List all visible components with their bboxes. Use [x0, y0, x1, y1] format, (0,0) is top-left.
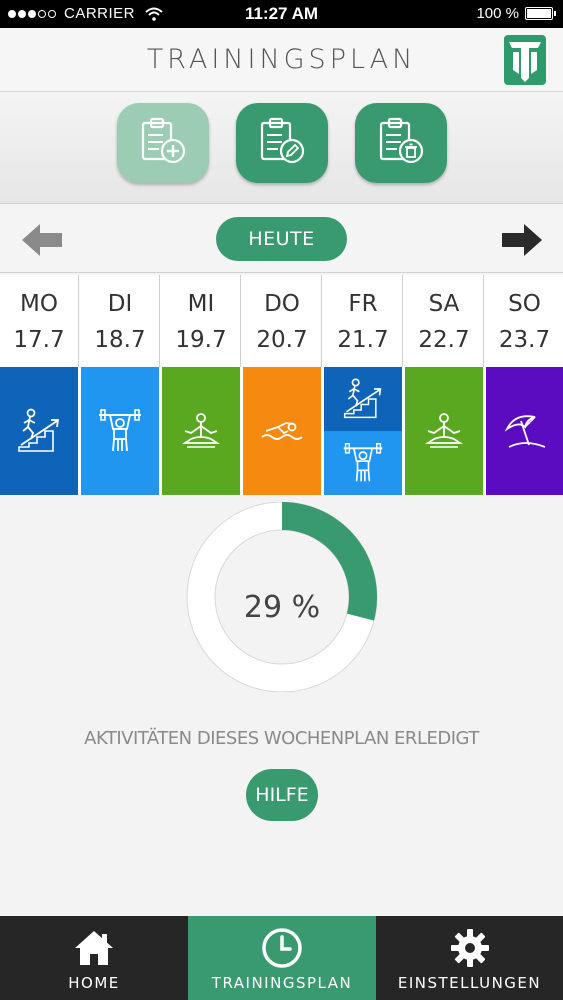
- day-header: DI 18.7: [81, 275, 160, 367]
- activity-tile[interactable]: [81, 367, 160, 495]
- swimming-icon: [261, 422, 303, 440]
- status-bar: CARRIER 11:27 AM 100 %: [0, 0, 563, 28]
- day-date: 21.7: [337, 327, 389, 353]
- weightlifting-icon: [343, 443, 383, 482]
- battery-indicator: 100 %: [476, 5, 556, 22]
- help-button[interactable]: HILFE: [246, 769, 318, 821]
- activity-tile[interactable]: [162, 367, 241, 495]
- progress-percent: 29 %: [243, 590, 321, 625]
- day-column-do[interactable]: DO 20.7: [243, 275, 322, 495]
- day-date: 20.7: [256, 327, 308, 353]
- edit-plan-button[interactable]: [236, 103, 328, 183]
- activity-tile[interactable]: [405, 367, 484, 495]
- tab-bar: HOME TRAININGSPLAN EINSTELLUNGEN: [0, 916, 563, 1000]
- day-name: SA: [428, 291, 460, 317]
- tab-einstellungen[interactable]: EINSTELLUNGEN: [376, 916, 563, 1000]
- battery-percent: 100 %: [476, 5, 519, 22]
- gear-icon: [450, 928, 490, 968]
- university-logo-icon: [504, 35, 546, 85]
- title-bar: TRAININGSPLAN: [0, 28, 563, 92]
- day-date: 17.7: [13, 327, 65, 353]
- activity-tile[interactable]: [324, 431, 402, 495]
- today-button[interactable]: HEUTE: [216, 217, 347, 261]
- clipboard-add-icon: [141, 117, 186, 164]
- clipboard-edit-icon: [260, 117, 305, 164]
- day-name: DO: [264, 291, 300, 317]
- day-name: DI: [107, 291, 133, 317]
- progress-label: AKTIVITÄTEN DIESES WOCHENPLAN ERLEDIGT: [84, 728, 479, 749]
- delete-plan-button[interactable]: [355, 103, 447, 183]
- activity-tile[interactable]: [243, 367, 322, 495]
- day-header: SA 22.7: [405, 275, 484, 367]
- day-header: MI 19.7: [162, 275, 241, 367]
- day-date: 22.7: [418, 327, 470, 353]
- beach-umbrella-icon: [504, 415, 545, 448]
- tab-label: HOME: [68, 974, 120, 992]
- activity-tile[interactable]: [324, 367, 402, 431]
- day-name: MI: [187, 291, 215, 317]
- day-name: MO: [20, 291, 58, 317]
- day-column-mo[interactable]: MO 17.7: [0, 275, 79, 495]
- arrow-left-icon[interactable]: [20, 222, 64, 258]
- running-progress-icon: [18, 408, 60, 452]
- yoga-icon: [425, 413, 463, 448]
- week-navigation: HEUTE: [0, 205, 563, 273]
- tab-trainingsplan[interactable]: TRAININGSPLAN: [188, 916, 376, 1000]
- day-date: 19.7: [175, 327, 227, 353]
- tab-home[interactable]: HOME: [0, 916, 188, 1000]
- home-icon: [73, 928, 115, 968]
- day-header: FR 21.7: [324, 275, 403, 367]
- clock-icon: [261, 928, 303, 968]
- tab-label: EINSTELLUNGEN: [397, 974, 542, 992]
- yoga-icon: [182, 413, 220, 448]
- day-column-di[interactable]: DI 18.7: [81, 275, 160, 495]
- day-header: DO 20.7: [243, 275, 322, 367]
- activity-tile-group: [324, 367, 403, 495]
- day-header: SO 23.7: [486, 275, 563, 367]
- day-date: 23.7: [498, 327, 551, 353]
- day-header: MO 17.7: [0, 275, 79, 367]
- activity-tile[interactable]: [486, 367, 563, 495]
- add-plan-button[interactable]: [117, 103, 209, 183]
- day-name: FR: [348, 291, 378, 317]
- day-column-so[interactable]: SO 23.7: [486, 275, 563, 495]
- battery-icon: [525, 7, 556, 20]
- day-column-sa[interactable]: SA 22.7: [405, 275, 484, 495]
- tab-label: TRAININGSPLAN: [211, 974, 353, 992]
- day-name: SO: [508, 291, 541, 317]
- weightlifting-icon: [99, 409, 141, 452]
- week-calendar: MO 17.7 DI 18.7 MI 19.7 DO 20.7 FR 21.7 …: [0, 275, 563, 495]
- page-title: TRAININGSPLAN: [146, 44, 417, 75]
- activity-tile[interactable]: [0, 367, 79, 495]
- running-progress-icon: [343, 378, 382, 419]
- day-column-fr[interactable]: FR 21.7: [324, 275, 403, 495]
- arrow-right-icon[interactable]: [500, 222, 544, 258]
- day-column-mi[interactable]: MI 19.7: [162, 275, 241, 495]
- action-toolbar: [0, 92, 563, 204]
- day-date: 18.7: [94, 327, 146, 353]
- clipboard-delete-icon: [379, 117, 424, 164]
